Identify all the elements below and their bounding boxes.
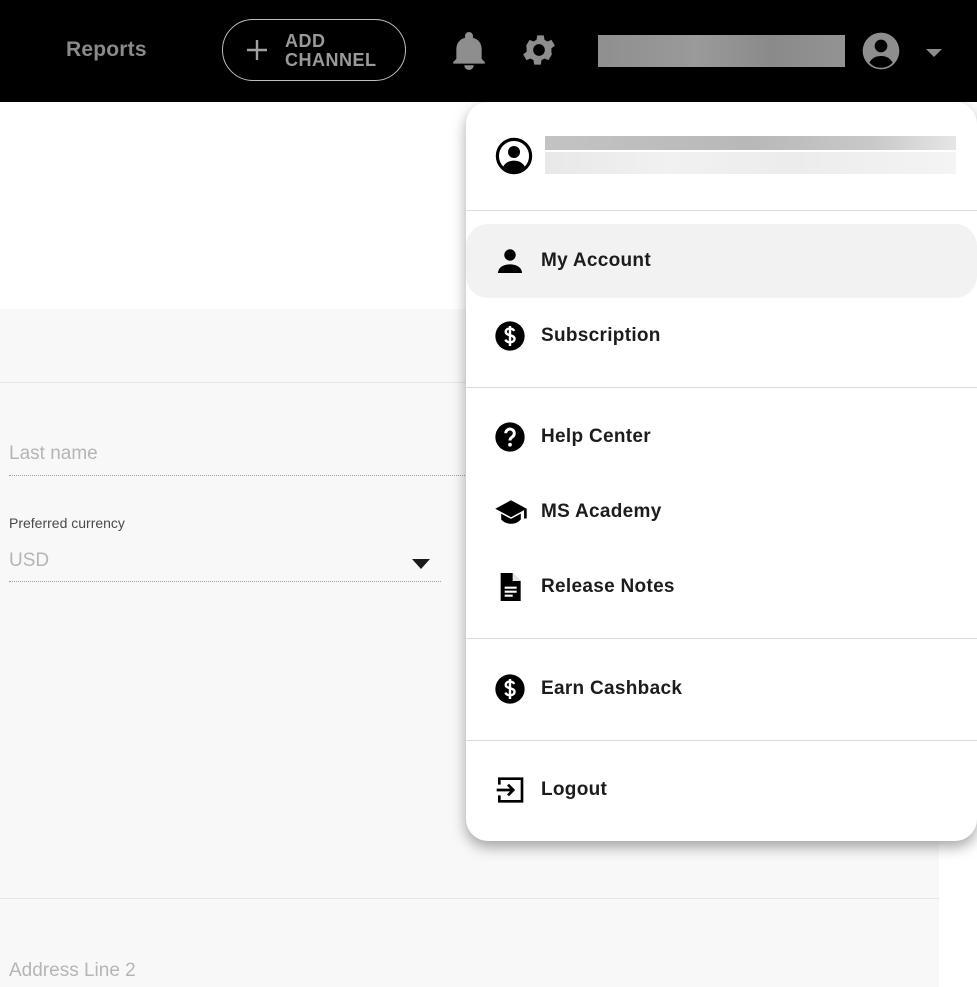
menu-item-release-notes[interactable]: Release Notes [466,550,977,624]
dollar-circle-icon [494,673,526,705]
menu-divider [466,387,977,388]
currency-label: Preferred currency [9,515,125,531]
account-dropdown-menu: My Account Subscription Help Center MS A… [466,102,977,841]
graduation-cap-icon [494,496,527,528]
nav-reports-link[interactable]: Reports [66,38,147,62]
person-icon [494,245,526,277]
plus-icon [243,36,271,69]
last-name-input[interactable]: Last name [9,443,98,465]
section-divider [0,898,939,899]
gear-icon[interactable] [519,30,559,75]
currency-underline [9,581,441,582]
menu-item-help-center[interactable]: Help Center [466,400,977,474]
bell-icon[interactable] [450,30,488,77]
top-navigation-bar: Reports ADD CHANNEL [0,0,977,102]
add-channel-button[interactable]: ADD CHANNEL [222,19,406,81]
help-circle-icon [494,421,526,453]
menu-item-subscription[interactable]: Subscription [466,299,977,373]
address-line-2-input[interactable]: Address Line 2 [9,960,136,982]
menu-item-earn-cashback[interactable]: Earn Cashback [466,652,977,726]
menu-item-label: Earn Cashback [541,678,683,699]
menu-divider [466,638,977,639]
menu-item-label: MS Academy [541,501,662,522]
menu-item-my-account[interactable]: My Account [466,224,977,298]
menu-item-logout[interactable]: Logout [466,753,977,827]
chevron-down-icon[interactable] [925,45,943,63]
menu-item-ms-academy[interactable]: MS Academy [466,475,977,549]
user-name-redacted [598,35,845,67]
menu-item-label: My Account [541,250,651,271]
last-name-underline [9,475,479,476]
user-name-redacted [545,136,956,150]
menu-divider [466,740,977,741]
dollar-circle-icon [494,320,526,352]
currency-caret-icon[interactable] [412,556,430,574]
menu-item-label: Subscription [541,325,661,346]
add-channel-label: ADD CHANNEL [285,31,377,70]
menu-item-label: Logout [541,779,608,800]
avatar-icon[interactable] [861,31,901,76]
logout-icon [494,774,526,806]
menu-divider [466,210,977,211]
menu-item-label: Help Center [541,426,651,447]
menu-item-label: Release Notes [541,576,675,597]
currency-select[interactable]: USD [9,550,49,572]
account-circle-icon [495,137,533,180]
user-email-redacted [545,152,956,174]
document-icon [494,571,526,603]
